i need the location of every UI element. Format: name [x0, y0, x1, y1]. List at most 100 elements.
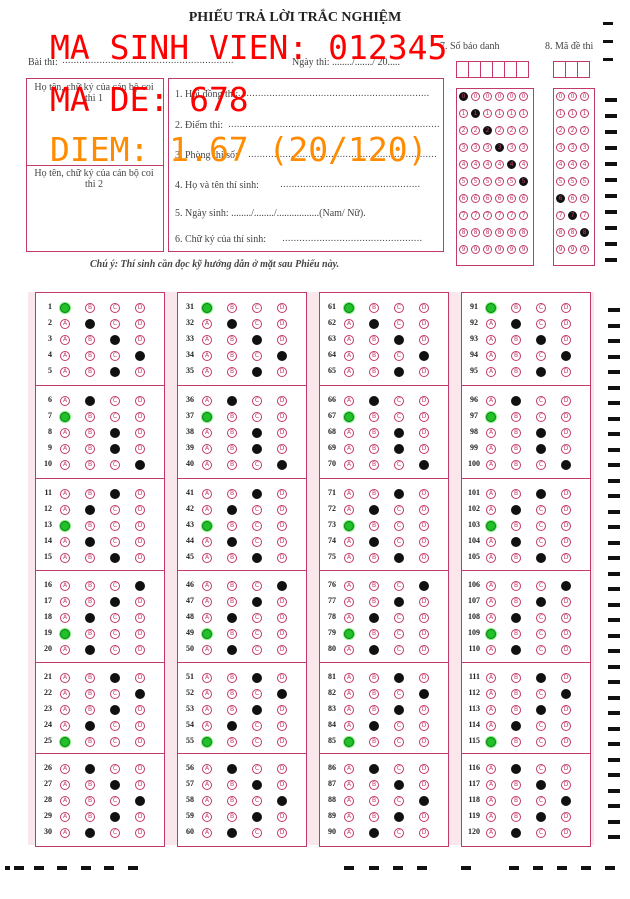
answer-bubble-a[interactable]: A	[60, 303, 70, 313]
answer-bubble-c[interactable]: C	[536, 764, 546, 774]
answer-bubble-d[interactable]: D	[135, 828, 145, 838]
answer-bubble-b[interactable]: B	[227, 303, 237, 313]
digit-bubble[interactable]: 5	[507, 177, 516, 186]
answer-bubble-c[interactable]: C	[394, 521, 404, 531]
answer-bubble-b[interactable]: B	[85, 367, 95, 377]
answer-bubble-c[interactable]: C	[252, 319, 262, 329]
answer-bubble-c[interactable]: C	[536, 737, 546, 747]
answer-bubble-d[interactable]: D	[419, 537, 429, 547]
answer-bubble-c[interactable]: C	[110, 737, 120, 747]
digit-bubble[interactable]: 1	[580, 109, 589, 118]
answer-bubble-c[interactable]: C	[536, 444, 546, 454]
answer-bubble-d[interactable]: D	[277, 319, 287, 329]
answer-bubble-d[interactable]: D	[277, 721, 287, 731]
answer-bubble-d[interactable]: D	[135, 428, 145, 438]
answer-bubble-b[interactable]: B	[369, 460, 379, 470]
answer-bubble-b[interactable]: B	[369, 780, 379, 790]
answer-bubble-b[interactable]: B	[227, 489, 237, 499]
answer-bubble-d[interactable]: D	[561, 705, 571, 715]
answer-bubble-d[interactable]: D	[277, 673, 287, 683]
answer-bubble-a[interactable]: A	[60, 613, 70, 623]
answer-bubble-a[interactable]: A	[202, 581, 212, 591]
answer-bubble-c[interactable]: C	[536, 721, 546, 731]
answer-bubble-d[interactable]: D	[561, 505, 571, 515]
answer-bubble-d[interactable]: D	[419, 796, 429, 806]
answer-bubble-a[interactable]: A	[60, 764, 70, 774]
digit-bubble[interactable]: 6	[471, 194, 480, 203]
answer-bubble-d[interactable]: D	[135, 351, 145, 361]
digit-bubble[interactable]: 2	[483, 126, 492, 135]
answer-bubble-c[interactable]: C	[536, 629, 546, 639]
answer-bubble-a[interactable]: A	[344, 796, 354, 806]
answer-bubble-d[interactable]: D	[419, 613, 429, 623]
answer-bubble-b[interactable]: B	[85, 673, 95, 683]
answer-bubble-a[interactable]: A	[486, 721, 496, 731]
digit-bubble[interactable]: 7	[580, 211, 589, 220]
answer-bubble-b[interactable]: B	[511, 428, 521, 438]
answer-bubble-a[interactable]: A	[60, 673, 70, 683]
answer-bubble-b[interactable]: B	[227, 597, 237, 607]
answer-bubble-c[interactable]: C	[252, 613, 262, 623]
answer-bubble-c[interactable]: C	[252, 553, 262, 563]
answer-bubble-b[interactable]: B	[511, 705, 521, 715]
answer-bubble-d[interactable]: D	[561, 764, 571, 774]
answer-bubble-d[interactable]: D	[135, 645, 145, 655]
digit-bubble[interactable]: 4	[568, 160, 577, 169]
answer-bubble-a[interactable]: A	[60, 689, 70, 699]
answer-bubble-d[interactable]: D	[561, 828, 571, 838]
answer-bubble-d[interactable]: D	[419, 396, 429, 406]
digit-bubble[interactable]: 0	[568, 92, 577, 101]
answer-bubble-d[interactable]: D	[277, 812, 287, 822]
answer-bubble-b[interactable]: B	[511, 613, 521, 623]
answer-bubble-a[interactable]: A	[486, 335, 496, 345]
answer-bubble-b[interactable]: B	[369, 537, 379, 547]
digit-bubble[interactable]: 6	[580, 194, 589, 203]
digit-bubble[interactable]: 5	[495, 177, 504, 186]
answer-bubble-b[interactable]: B	[227, 537, 237, 547]
answer-bubble-a[interactable]: A	[486, 428, 496, 438]
answer-bubble-d[interactable]: D	[135, 597, 145, 607]
digit-bubble[interactable]: 1	[495, 109, 504, 118]
answer-bubble-d[interactable]: D	[135, 689, 145, 699]
answer-bubble-c[interactable]: C	[252, 412, 262, 422]
digit-bubble[interactable]: 8	[471, 228, 480, 237]
answer-bubble-c[interactable]: C	[536, 828, 546, 838]
answer-bubble-b[interactable]: B	[227, 460, 237, 470]
answer-bubble-c[interactable]: C	[110, 705, 120, 715]
answer-bubble-c[interactable]: C	[536, 428, 546, 438]
answer-bubble-b[interactable]: B	[85, 780, 95, 790]
answer-bubble-b[interactable]: B	[85, 428, 95, 438]
answer-bubble-c[interactable]: C	[536, 553, 546, 563]
answer-bubble-d[interactable]: D	[277, 828, 287, 838]
digit-bubble[interactable]: 9	[459, 245, 468, 254]
answer-bubble-c[interactable]: C	[252, 721, 262, 731]
answer-bubble-a[interactable]: A	[202, 335, 212, 345]
answer-bubble-d[interactable]: D	[419, 460, 429, 470]
answer-bubble-c[interactable]: C	[110, 828, 120, 838]
answer-bubble-d[interactable]: D	[561, 673, 571, 683]
answer-bubble-d[interactable]: D	[419, 812, 429, 822]
answer-bubble-a[interactable]: A	[60, 780, 70, 790]
answer-bubble-c[interactable]: C	[394, 335, 404, 345]
answer-bubble-c[interactable]: C	[252, 581, 262, 591]
answer-bubble-b[interactable]: B	[511, 764, 521, 774]
answer-bubble-a[interactable]: A	[60, 553, 70, 563]
digit-bubble[interactable]: 1	[507, 109, 516, 118]
answer-bubble-b[interactable]: B	[369, 303, 379, 313]
digit-bubble[interactable]: 3	[459, 143, 468, 152]
answer-bubble-d[interactable]: D	[561, 521, 571, 531]
answer-bubble-d[interactable]: D	[419, 673, 429, 683]
answer-bubble-a[interactable]: A	[486, 303, 496, 313]
answer-bubble-c[interactable]: C	[110, 335, 120, 345]
answer-bubble-d[interactable]: D	[135, 796, 145, 806]
digit-bubble[interactable]: 4	[483, 160, 492, 169]
answer-bubble-a[interactable]: A	[344, 319, 354, 329]
answer-bubble-c[interactable]: C	[110, 396, 120, 406]
answer-bubble-d[interactable]: D	[135, 319, 145, 329]
answer-bubble-d[interactable]: D	[277, 412, 287, 422]
answer-bubble-b[interactable]: B	[85, 553, 95, 563]
answer-bubble-c[interactable]: C	[252, 521, 262, 531]
answer-bubble-c[interactable]: C	[110, 505, 120, 515]
answer-bubble-a[interactable]: A	[344, 505, 354, 515]
answer-bubble-a[interactable]: A	[486, 444, 496, 454]
